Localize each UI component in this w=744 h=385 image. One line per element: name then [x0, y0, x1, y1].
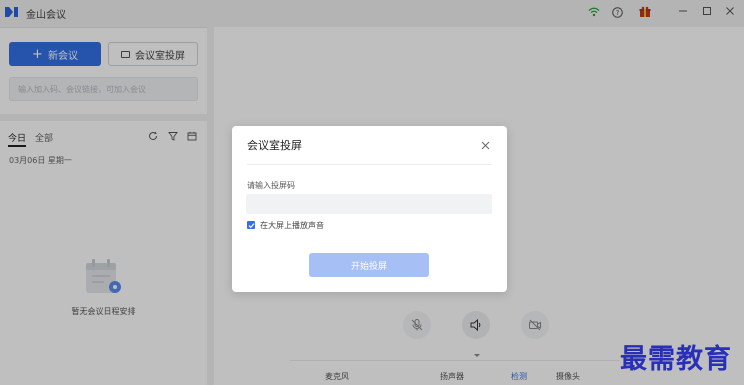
- start-cast-button[interactable]: 开始投屏: [309, 253, 429, 277]
- checkmark-icon: [248, 222, 254, 228]
- close-icon[interactable]: [479, 139, 491, 151]
- room-cast-dialog: 会议室投屏 请输入投屏码 在大屏上播放声音 开始投屏: [232, 126, 507, 292]
- dialog-divider: [247, 164, 492, 165]
- dialog-title: 会议室投屏: [247, 139, 302, 152]
- play-sound-checkbox[interactable]: [247, 221, 255, 229]
- play-sound-label[interactable]: 在大屏上播放声音: [260, 220, 324, 231]
- cast-code-input[interactable]: [246, 194, 492, 214]
- watermark-text: 最需教育: [620, 344, 732, 375]
- cast-code-label: 请输入投屏码: [247, 181, 295, 190]
